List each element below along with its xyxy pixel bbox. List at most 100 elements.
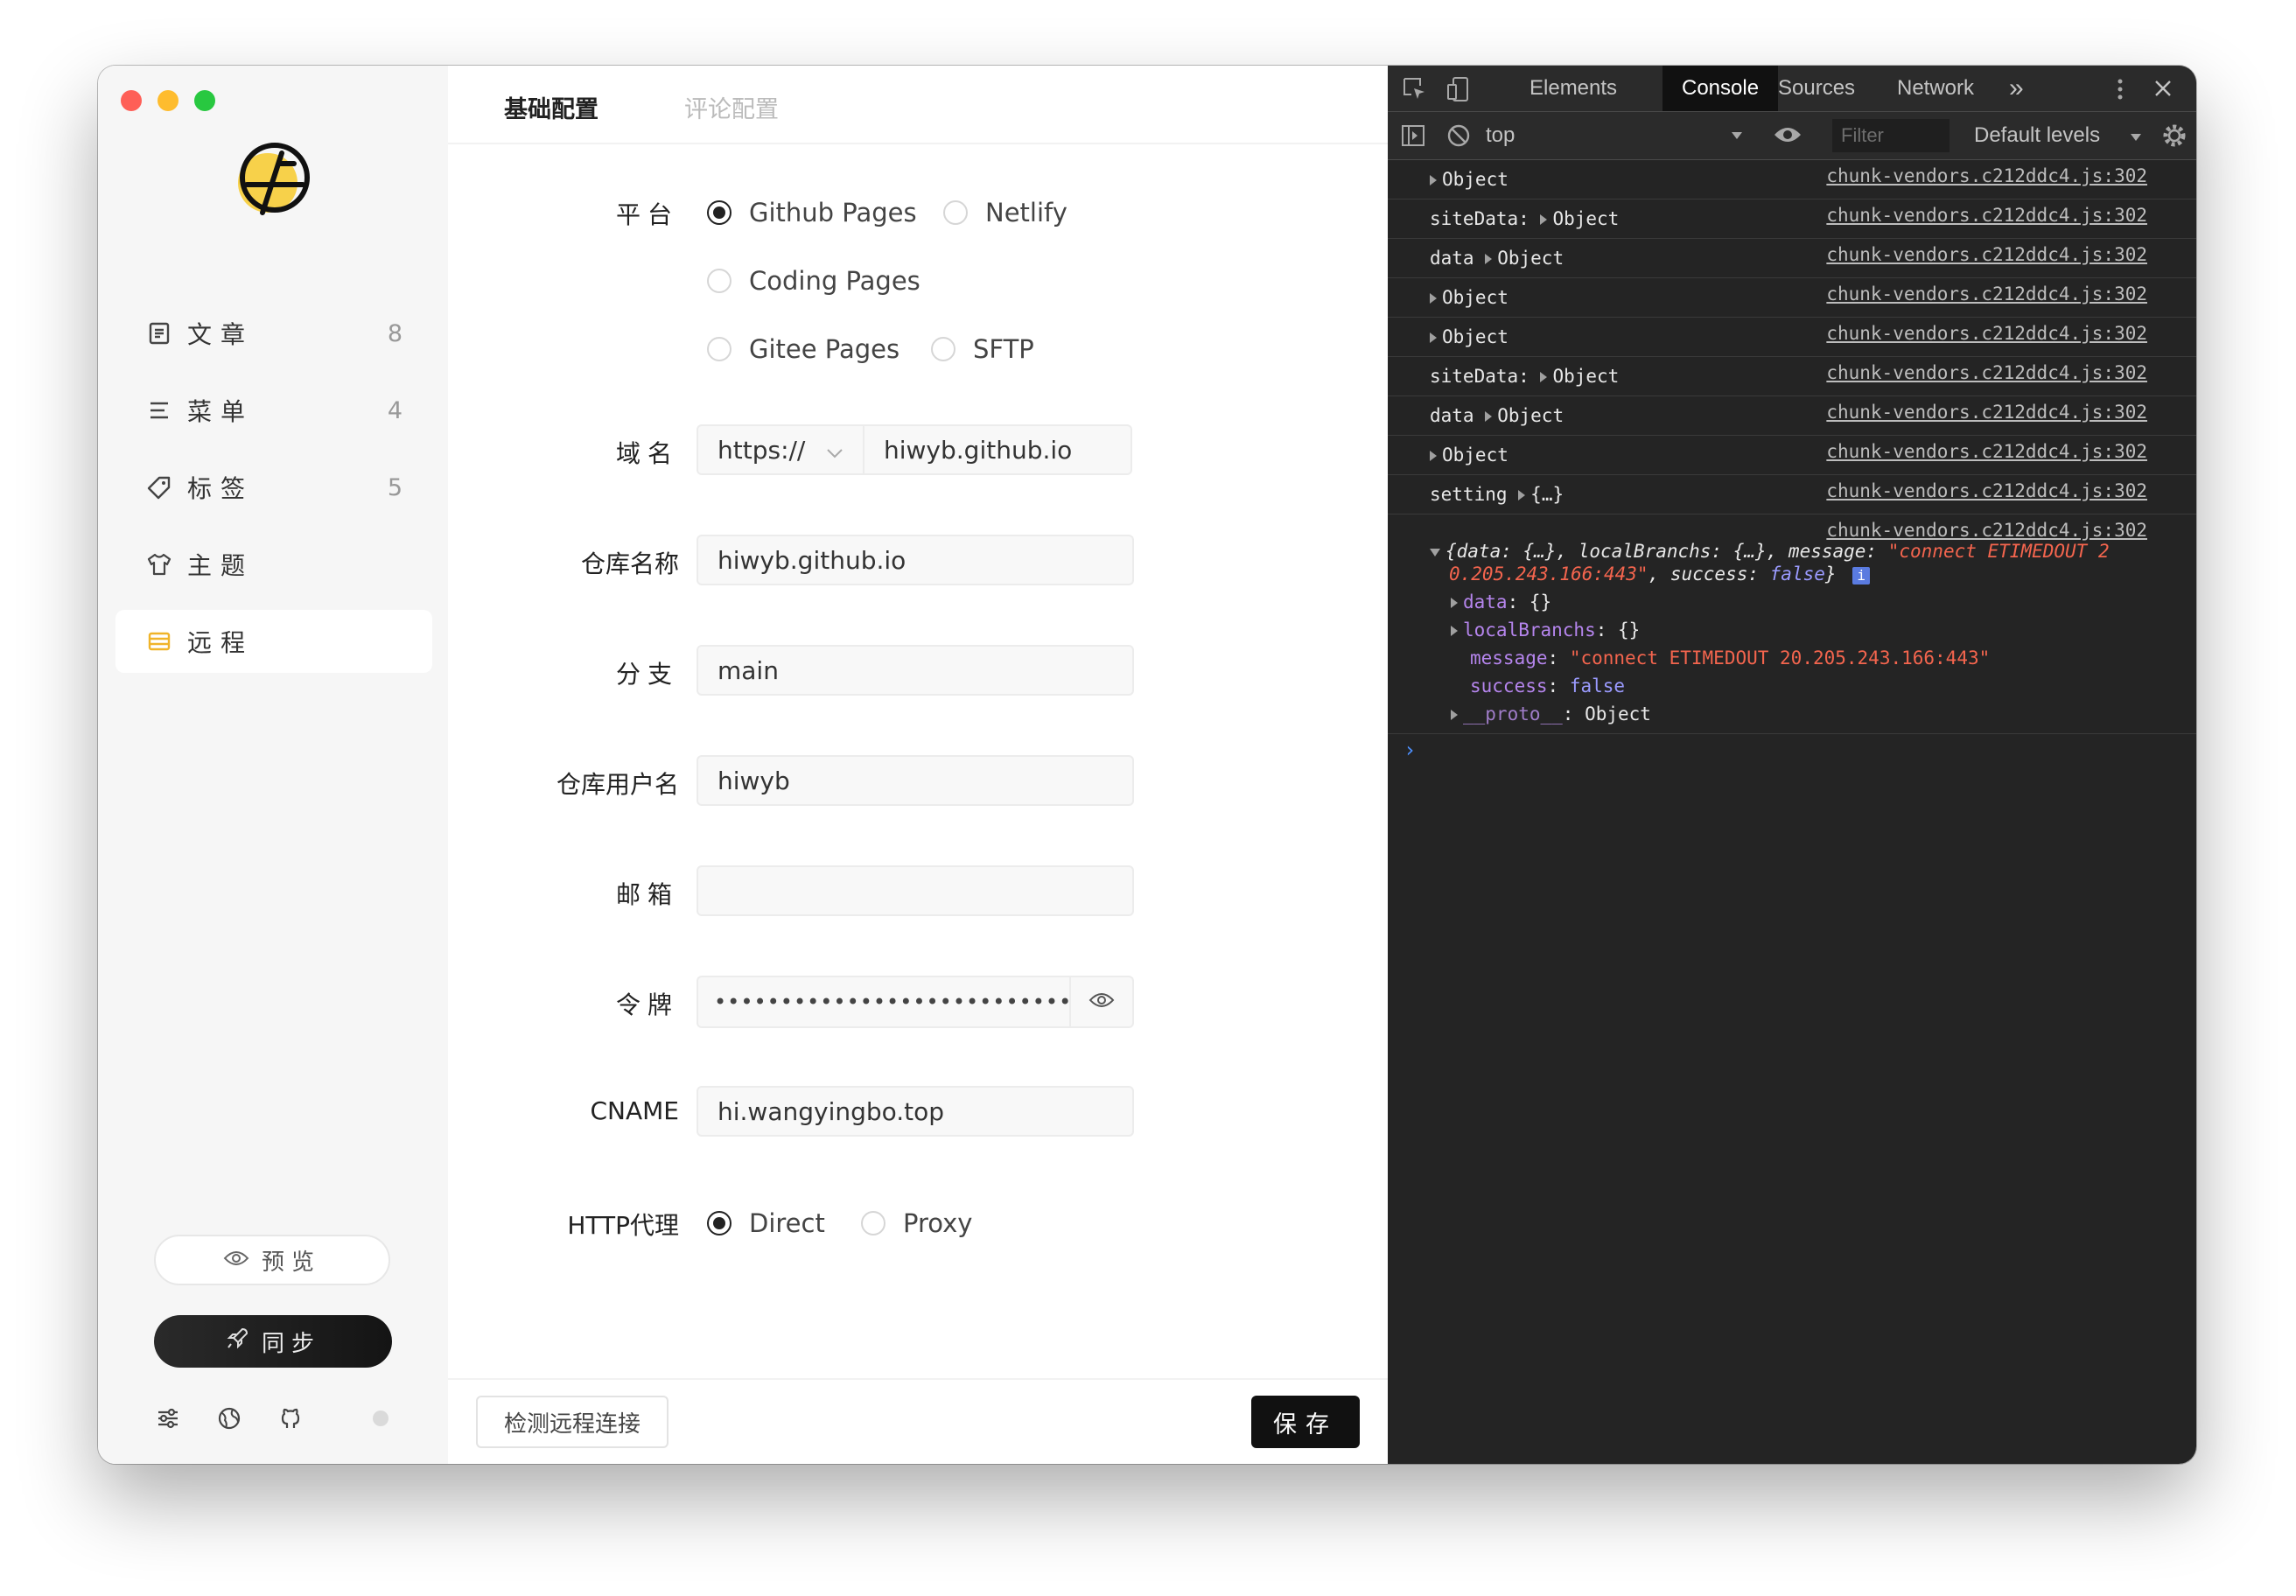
console-filter-input[interactable]: Filter: [1832, 119, 1950, 152]
log-source-link[interactable]: chunk-vendors.c212ddc4.js:302: [1826, 480, 2147, 501]
expand-triangle-icon[interactable]: [1430, 451, 1437, 461]
proxy-radio-proxy[interactable]: Proxy: [861, 1208, 972, 1238]
username-input[interactable]: hiwyb: [696, 755, 1134, 806]
expand-triangle-icon[interactable]: [1451, 598, 1458, 608]
console-log-entry[interactable]: Object chunk-vendors.c212ddc4.js:302: [1388, 318, 2196, 357]
log-levels-select[interactable]: Default levels: [1974, 112, 2100, 159]
platform-radio-gitee[interactable]: Gitee Pages: [707, 334, 900, 364]
kebab-menu-icon[interactable]: [2116, 76, 2124, 102]
expand-triangle-icon[interactable]: [1485, 411, 1493, 422]
protocol-select[interactable]: https://: [696, 424, 863, 475]
platform-radio-github[interactable]: Github Pages: [707, 198, 917, 228]
log-source-link[interactable]: chunk-vendors.c212ddc4.js:302: [1826, 244, 2147, 265]
log-source-link[interactable]: chunk-vendors.c212ddc4.js:302: [1826, 284, 2147, 304]
github-icon[interactable]: [276, 1404, 304, 1432]
sidebar-item-menus[interactable]: 菜单 4: [116, 379, 432, 442]
sync-button[interactable]: 同步: [154, 1315, 392, 1368]
sidebar-item-remote[interactable]: 远程: [116, 610, 432, 673]
context-dropdown-icon[interactable]: [1731, 131, 1743, 140]
menu-icon: [145, 396, 173, 424]
expand-triangle-icon[interactable]: [1540, 214, 1548, 225]
log-source-link[interactable]: chunk-vendors.c212ddc4.js:302: [1826, 441, 2147, 462]
device-toolbar-icon[interactable]: [1446, 76, 1472, 102]
inspect-element-icon[interactable]: [1402, 76, 1428, 102]
console-log-entry[interactable]: Object chunk-vendors.c212ddc4.js:302: [1388, 436, 2196, 475]
devtools-tab-sources[interactable]: Sources: [1778, 66, 1855, 111]
log-source-link[interactable]: chunk-vendors.c212ddc4.js:302: [1826, 520, 2147, 541]
domain-label: 域名: [615, 439, 679, 468]
devtools-tab-console[interactable]: Console: [1662, 66, 1779, 111]
log-source-link[interactable]: chunk-vendors.c212ddc4.js:302: [1826, 165, 2147, 186]
info-badge-icon[interactable]: i: [1852, 567, 1871, 584]
log-source-link[interactable]: chunk-vendors.c212ddc4.js:302: [1826, 402, 2147, 423]
devtools-tab-network[interactable]: Network: [1897, 66, 1974, 111]
log-source-link[interactable]: chunk-vendors.c212ddc4.js:302: [1826, 323, 2147, 344]
expand-triangle-icon[interactable]: [1485, 254, 1493, 264]
save-button[interactable]: 保存: [1251, 1396, 1360, 1448]
console-log-entry[interactable]: data Object chunk-vendors.c212ddc4.js:30…: [1388, 396, 2196, 436]
check-remote-button[interactable]: 检测远程连接: [476, 1396, 668, 1448]
console-log-entry[interactable]: siteData: Object chunk-vendors.c212ddc4.…: [1388, 357, 2196, 396]
console-log-entry[interactable]: setting {…} chunk-vendors.c212ddc4.js:30…: [1388, 475, 2196, 514]
close-devtools-icon[interactable]: [2152, 78, 2174, 99]
zoom-window-button[interactable]: [194, 90, 215, 111]
platform-radio-coding[interactable]: Coding Pages: [707, 266, 920, 296]
devtools-tab-elements[interactable]: Elements: [1530, 66, 1617, 111]
platform-radio-netlify[interactable]: Netlify: [943, 198, 1068, 228]
clear-console-icon[interactable]: [1446, 122, 1472, 149]
levels-dropdown-icon[interactable]: [2130, 133, 2142, 142]
radio-label: SFTP: [973, 334, 1034, 364]
branch-input[interactable]: main: [696, 645, 1134, 696]
preview-button[interactable]: 预览: [154, 1235, 390, 1285]
config-tabs: 基础配置 评论配置: [448, 66, 1388, 144]
radio-label: Github Pages: [749, 198, 917, 228]
log-prefix: siteData:: [1430, 366, 1530, 387]
expand-triangle-icon[interactable]: [1451, 710, 1458, 720]
domain-input[interactable]: hiwyb.github.io: [863, 424, 1132, 475]
protocol-value: https://: [718, 435, 806, 465]
expand-triangle-icon[interactable]: [1540, 372, 1548, 382]
expand-triangle-icon[interactable]: [1430, 332, 1437, 343]
collapse-triangle-icon[interactable]: [1430, 548, 1440, 556]
context-selector[interactable]: top: [1486, 112, 1515, 159]
console-settings-gear-icon[interactable]: [2161, 122, 2188, 149]
username-label: 仓库用户名: [556, 770, 679, 799]
console-log-entry[interactable]: Object chunk-vendors.c212ddc4.js:302: [1388, 278, 2196, 318]
expand-triangle-icon[interactable]: [1430, 293, 1437, 304]
log-source-link[interactable]: chunk-vendors.c212ddc4.js:302: [1826, 362, 2147, 383]
tab-basic-config[interactable]: 基础配置: [504, 90, 598, 124]
toggle-token-visibility-button[interactable]: [1069, 976, 1134, 1028]
cname-input[interactable]: hi.wangyingbo.top: [696, 1086, 1134, 1137]
sidebar-item-articles[interactable]: 文章 8: [116, 302, 432, 365]
token-input[interactable]: ••••••••••••••••••••••••••••: [696, 976, 1069, 1028]
tab-comment-config[interactable]: 评论配置: [684, 90, 779, 124]
repo-input[interactable]: hiwyb.github.io: [696, 535, 1134, 585]
sidebar-item-themes[interactable]: 主题: [116, 533, 432, 596]
platform-radio-sftp[interactable]: SFTP: [931, 334, 1034, 364]
console-prompt-line[interactable]: ›: [1388, 734, 2196, 769]
proxy-radio-direct[interactable]: Direct: [707, 1208, 825, 1238]
console-log-entry[interactable]: data Object chunk-vendors.c212ddc4.js:30…: [1388, 239, 2196, 278]
prop-data[interactable]: data: {}: [1451, 592, 1551, 612]
minimize-window-button[interactable]: [158, 90, 178, 111]
prop-success: success: false: [1470, 676, 1626, 696]
sidebar-footer: [154, 1404, 388, 1432]
main-panel: 基础配置 评论配置 平台 Github Pages Netlify Coding…: [448, 66, 1388, 1464]
email-input[interactable]: [696, 865, 1134, 916]
expand-triangle-icon[interactable]: [1518, 490, 1526, 500]
sidebar-item-tags[interactable]: 标签 5: [116, 456, 432, 519]
console-log-entry[interactable]: siteData: Object chunk-vendors.c212ddc4.…: [1388, 200, 2196, 239]
globe-icon[interactable]: [215, 1404, 243, 1432]
sidebar-toggle-icon[interactable]: [1400, 122, 1426, 149]
live-expression-eye-icon[interactable]: [1773, 124, 1802, 145]
console-expanded-object[interactable]: chunk-vendors.c212ddc4.js:302 {data: {…}…: [1388, 514, 2196, 734]
prop-local-branchs[interactable]: localBranchs: {}: [1451, 620, 1640, 640]
console-log-entry[interactable]: Object chunk-vendors.c212ddc4.js:302: [1388, 160, 2196, 200]
more-tabs-button[interactable]: »: [2009, 66, 2024, 111]
settings-sliders-icon[interactable]: [154, 1404, 182, 1432]
expand-triangle-icon[interactable]: [1451, 626, 1458, 636]
prop-proto[interactable]: __proto__: Object: [1451, 704, 1651, 724]
log-source-link[interactable]: chunk-vendors.c212ddc4.js:302: [1826, 205, 2147, 226]
close-window-button[interactable]: [121, 90, 142, 111]
expand-triangle-icon[interactable]: [1430, 175, 1437, 186]
